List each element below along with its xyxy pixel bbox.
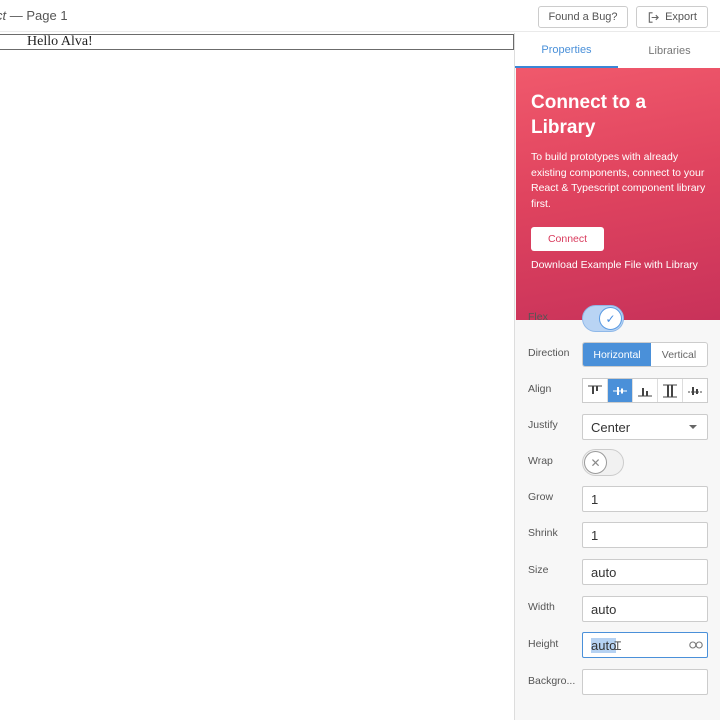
text-cursor-icon: Ɪ	[614, 638, 621, 653]
justify-select[interactable]: Center	[582, 414, 708, 440]
export-label: Export	[665, 11, 697, 23]
height-label: Height	[528, 638, 559, 650]
align-stretch-icon	[663, 384, 677, 397]
link-icon[interactable]	[689, 639, 703, 651]
align-start-option[interactable]	[583, 379, 608, 402]
grow-label: Grow	[528, 491, 554, 503]
top-bar: ct — Page 1 Found a Bug? Export	[0, 0, 720, 32]
justify-label: Justify	[528, 419, 558, 431]
direction-selector: Horizontal Vertical	[582, 342, 708, 367]
direction-vertical-option[interactable]: Vertical	[651, 343, 707, 366]
promo-title: Connect to a Library	[531, 92, 647, 138]
align-selector	[582, 378, 708, 403]
selected-element-box[interactable]: Hello Alva!	[0, 34, 514, 50]
tab-libraries[interactable]: Libraries	[618, 33, 720, 68]
align-baseline-icon	[688, 386, 702, 395]
connect-label: Connect	[547, 233, 588, 245]
align-baseline-option[interactable]	[683, 379, 707, 402]
align-start-icon	[588, 385, 602, 394]
tab-properties[interactable]: Properties	[515, 33, 618, 68]
window-title: ct — Page 1	[0, 8, 68, 23]
size-label: Size	[528, 564, 549, 576]
shrink-label: Shrink	[528, 527, 558, 539]
align-stretch-option[interactable]	[658, 379, 683, 402]
flex-toggle[interactable]: ✓	[582, 305, 624, 332]
direction-horizontal-option[interactable]: Horizontal	[583, 343, 651, 366]
connect-library-promo: Connect to a Library To build prototypes…	[516, 68, 720, 320]
width-label: Width	[528, 601, 555, 613]
right-panel: Properties Libraries Connect to a Librar…	[514, 33, 720, 720]
panel-tabs: Properties Libraries	[515, 33, 720, 68]
design-canvas[interactable]: Hello Alva!	[0, 33, 514, 720]
download-example-link[interactable]: Download Example File with Library	[531, 259, 698, 271]
wrap-label: Wrap	[528, 455, 553, 467]
size-value: auto	[591, 564, 617, 580]
background-input[interactable]	[582, 669, 708, 695]
connect-button[interactable]: Connect	[531, 227, 604, 251]
title-page: — Page 1	[6, 8, 68, 23]
promo-text: To build prototypes with already existin…	[531, 151, 706, 210]
close-icon: ✕	[584, 451, 607, 474]
hello-text[interactable]: Hello Alva!	[27, 35, 93, 49]
check-icon: ✓	[599, 307, 622, 330]
width-input[interactable]: auto	[582, 596, 708, 622]
found-a-bug-label: Found a Bug?	[548, 11, 618, 23]
caret-down-icon	[689, 425, 697, 429]
wrap-toggle[interactable]: ✕	[582, 449, 624, 476]
export-button[interactable]: Export	[636, 6, 708, 28]
background-label: Backgro...	[528, 675, 576, 687]
height-input[interactable]: auto Ɪ	[582, 632, 708, 658]
grow-value: 1	[591, 491, 599, 507]
align-end-option[interactable]	[633, 379, 658, 402]
grow-input[interactable]: 1	[582, 486, 708, 512]
direction-label: Direction	[528, 347, 570, 359]
align-center-icon	[613, 386, 627, 395]
height-value: auto	[591, 637, 617, 653]
found-a-bug-button[interactable]: Found a Bug?	[538, 6, 628, 28]
width-value: auto	[591, 601, 617, 617]
flex-label: Flex	[528, 311, 548, 323]
size-input[interactable]: auto	[582, 559, 708, 585]
align-end-icon	[638, 387, 652, 396]
align-center-option[interactable]	[608, 379, 633, 402]
shrink-value: 1	[591, 527, 599, 543]
export-icon	[648, 11, 660, 23]
shrink-input[interactable]: 1	[582, 522, 708, 548]
align-label: Align	[528, 383, 552, 395]
justify-value: Center	[591, 419, 631, 435]
